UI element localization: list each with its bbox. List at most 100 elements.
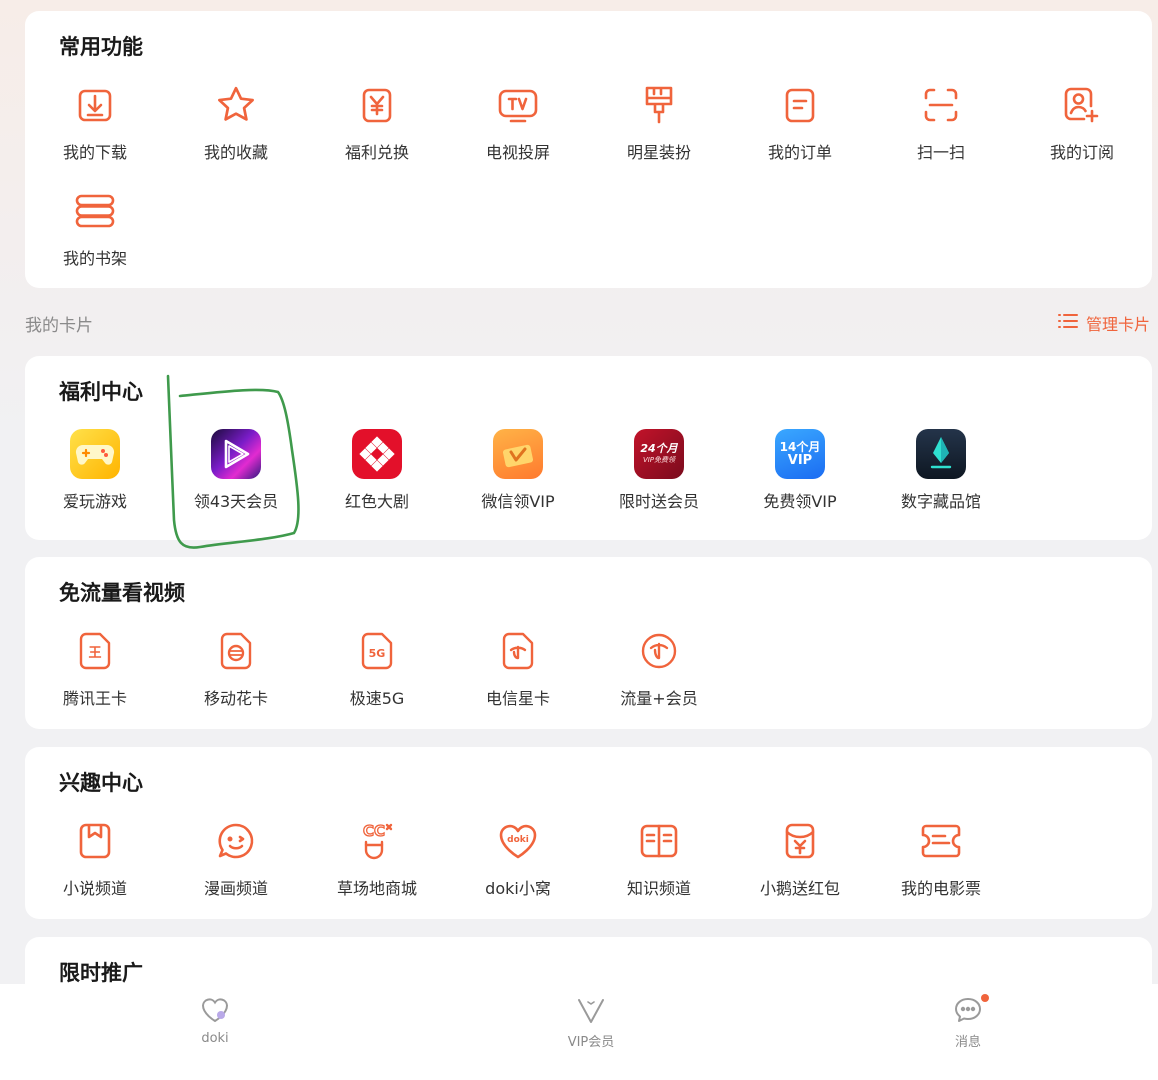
comic-face-icon — [208, 813, 264, 869]
highlight-annotation — [166, 374, 300, 549]
red-drama-app-icon — [349, 426, 405, 482]
order-icon — [772, 77, 828, 133]
tab-label: 消息 — [954, 1035, 981, 1050]
doki-heart-icon: doki — [490, 813, 546, 869]
tencent-wang-card-item[interactable]: 王 腾讯王卡 — [25, 623, 165, 709]
tv-cast-icon — [490, 77, 546, 133]
my-bookshelf-item[interactable]: 我的书架 — [25, 183, 165, 269]
knowledge-channel-item[interactable]: 知识频道 — [589, 813, 729, 899]
telecom-circle-icon — [631, 623, 687, 679]
manage-cards-label: 管理卡片 — [1085, 315, 1150, 334]
digital-collection-item[interactable]: 数字藏品馆 — [871, 426, 1011, 512]
item-label: 我的订阅 — [1049, 143, 1114, 162]
brush-icon — [631, 77, 687, 133]
item-label: 爱玩游戏 — [62, 492, 127, 511]
tv-cast-item[interactable]: 电视投屏 — [448, 77, 588, 163]
tab-doki[interactable]: doki — [155, 996, 275, 1046]
item-label: 电视投屏 — [485, 143, 550, 162]
telecom-star-card-item[interactable]: 电信星卡 — [448, 623, 588, 709]
star-dressup-item[interactable]: 明星装扮 — [589, 77, 729, 163]
flower-card-icon — [208, 623, 264, 679]
tab-messages[interactable]: 消息 — [908, 994, 1028, 1050]
svg-text:doki: doki — [507, 835, 529, 845]
my-subscriptions-item[interactable]: 我的订阅 — [1012, 77, 1152, 163]
novel-bookmark-icon — [67, 813, 123, 869]
scan-icon — [913, 77, 969, 133]
novel-channel-item[interactable]: 小说频道 — [25, 813, 165, 899]
comic-channel-item[interactable]: 漫画频道 — [166, 813, 306, 899]
goose-red-envelope-item[interactable]: 小鹅送红包 — [730, 813, 870, 899]
telecom-card-icon — [490, 623, 546, 679]
item-label: 限时送会员 — [618, 492, 699, 511]
welfare-exchange-item[interactable]: 福利兑换 — [307, 77, 447, 163]
item-label: 我的下载 — [62, 143, 127, 162]
item-label: 我的电影票 — [900, 879, 981, 898]
cc-mall-item[interactable]: CC 草场地商城 — [307, 813, 447, 899]
list-icon — [1057, 313, 1078, 333]
speed-5g-item[interactable]: 5G 极速5G — [307, 623, 447, 709]
limited-vip-app-icon: 24个月 VIP免费领 — [631, 426, 687, 482]
item-label: 福利兑换 — [344, 143, 409, 162]
svg-text:CC: CC — [363, 822, 385, 840]
tab-label: VIP会员 — [567, 1035, 615, 1050]
free-vip-item[interactable]: 14个月 VIP 免费领VIP — [730, 426, 870, 512]
limited-vip-item[interactable]: 24个月 VIP免费领 限时送会员 — [589, 426, 729, 512]
item-label: 明星装扮 — [626, 143, 691, 162]
common-functions-title: 常用功能 — [59, 35, 143, 59]
red-drama-item[interactable]: 红色大剧 — [307, 426, 447, 512]
star-icon — [208, 77, 264, 133]
item-label: 数字藏品馆 — [900, 492, 981, 511]
svg-text:5G: 5G — [369, 647, 386, 660]
item-label: 漫画频道 — [203, 879, 268, 898]
my-movie-tickets-item[interactable]: 我的电影票 — [871, 813, 1011, 899]
item-label: 扫一扫 — [916, 143, 965, 162]
item-label: 我的书架 — [62, 249, 127, 268]
item-label: 知识频道 — [626, 879, 691, 898]
my-favorites-item[interactable]: 我的收藏 — [166, 77, 306, 163]
my-orders-item[interactable]: 我的订单 — [730, 77, 870, 163]
limited-promo-title: 限时推广 — [59, 961, 143, 985]
item-label: doki小窝 — [485, 879, 551, 898]
cc-mall-icon: CC — [349, 813, 405, 869]
subscribe-user-icon — [1054, 77, 1110, 133]
item-label: 小鹅送红包 — [759, 879, 840, 898]
my-cards-label: 我的卡片 — [25, 316, 93, 336]
doki-tab-icon — [200, 996, 230, 1028]
interest-center-title: 兴趣中心 — [59, 771, 143, 795]
manage-cards-button[interactable]: 管理卡片 — [1057, 311, 1150, 335]
wechat-vip-item[interactable]: 微信领VIP — [448, 426, 588, 512]
message-tab-icon — [953, 994, 989, 1028]
tab-label: doki — [201, 1031, 229, 1046]
item-label: 我的收藏 — [203, 143, 268, 162]
free-traffic-card: 免流量看视频 王 腾讯王卡 移动花卡 5G 极速5G 电信星卡 流量+会员 — [25, 557, 1152, 729]
tab-vip[interactable]: VIP会员 — [531, 996, 651, 1050]
item-label: 流量+会员 — [620, 689, 698, 708]
bottom-tab-bar: doki VIP会员 消息 — [0, 984, 1158, 1080]
svg-text:王: 王 — [88, 646, 101, 661]
download-icon — [67, 77, 123, 133]
scan-item[interactable]: 扫一扫 — [871, 77, 1011, 163]
interest-center-card: 兴趣中心 小说频道 漫画频道 CC 草场地商城 doki doki小窝 知识频道… — [25, 747, 1152, 919]
yen-exchange-icon — [349, 77, 405, 133]
free-traffic-title: 免流量看视频 — [59, 581, 185, 605]
play-games-item[interactable]: 爱玩游戏 — [25, 426, 165, 512]
movie-ticket-icon — [913, 813, 969, 869]
item-label: 腾讯王卡 — [62, 689, 127, 708]
item-label: 移动花卡 — [203, 689, 268, 708]
free-vip-app-icon: 14个月 VIP — [772, 426, 828, 482]
wang-card-icon: 王 — [67, 623, 123, 679]
bookshelf-icon — [67, 183, 123, 239]
item-label: 微信领VIP — [481, 492, 555, 511]
my-downloads-item[interactable]: 我的下载 — [25, 77, 165, 163]
digital-collection-app-icon — [913, 426, 969, 482]
item-label: 电信星卡 — [485, 689, 550, 708]
item-label: 草场地商城 — [336, 879, 417, 898]
item-label: 我的订单 — [767, 143, 832, 162]
traffic-plus-vip-item[interactable]: 流量+会员 — [589, 623, 729, 709]
item-label: 极速5G — [349, 689, 405, 708]
item-label: 免费领VIP — [763, 492, 837, 511]
mobile-flower-card-item[interactable]: 移动花卡 — [166, 623, 306, 709]
vip-tab-icon — [576, 996, 606, 1028]
item-label: 小说频道 — [62, 879, 127, 898]
doki-nest-item[interactable]: doki doki小窝 — [448, 813, 588, 899]
